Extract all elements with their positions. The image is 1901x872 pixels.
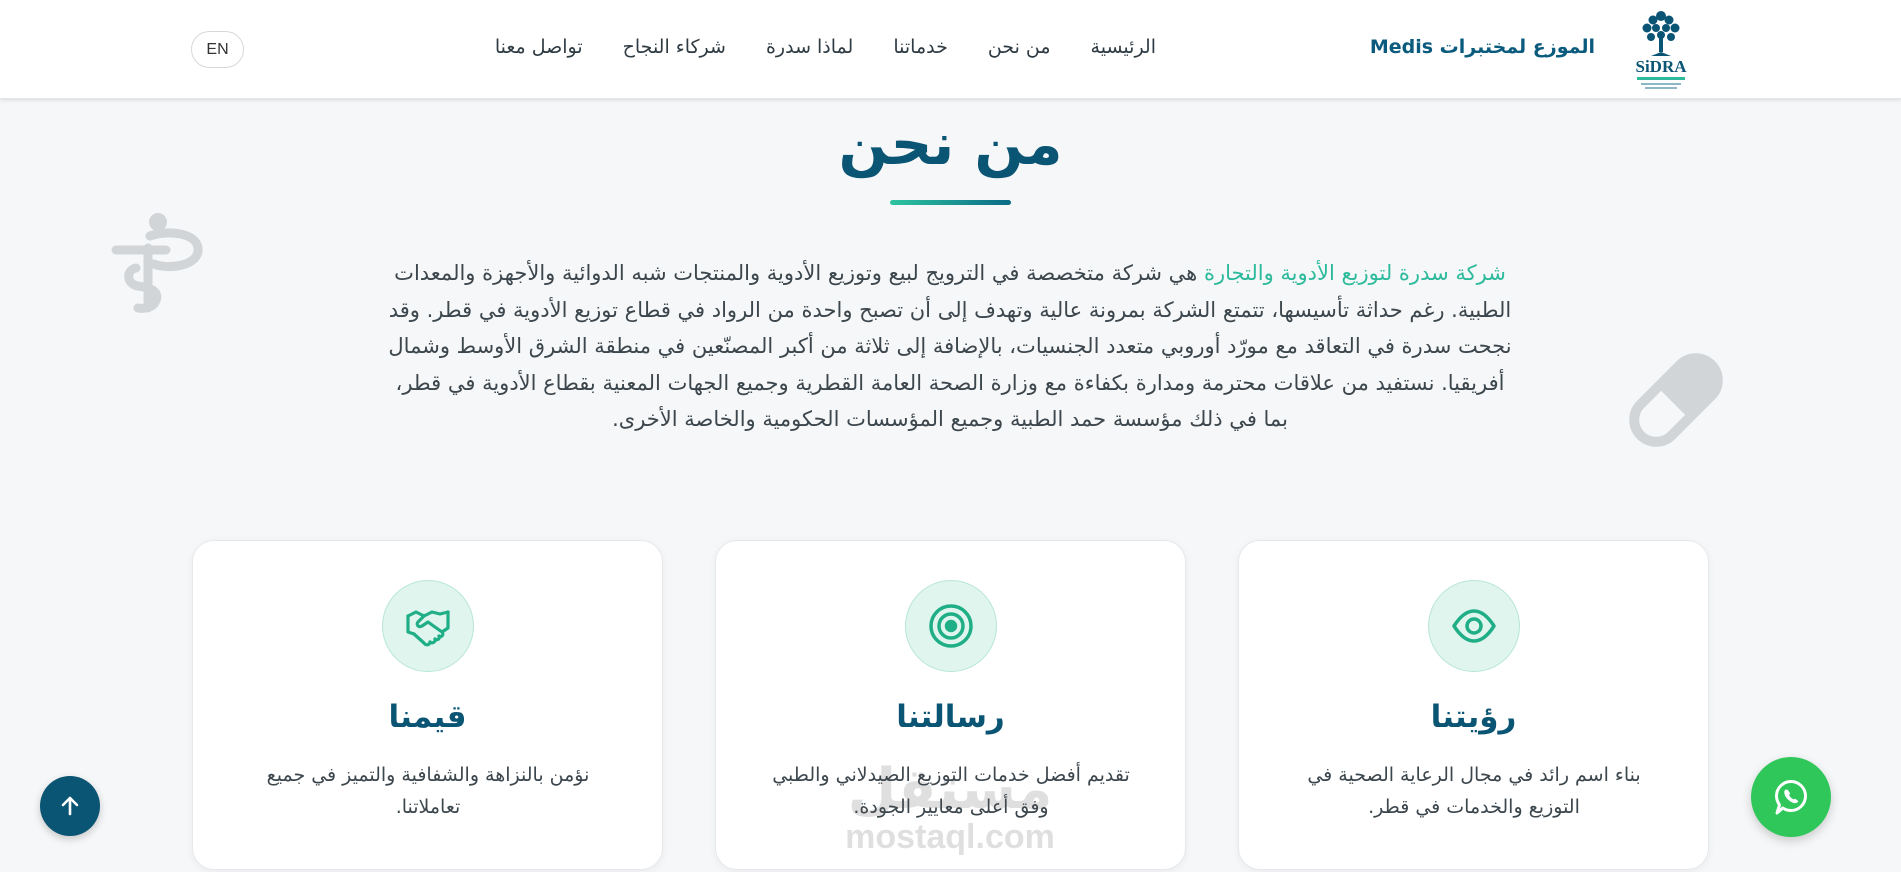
handshake-icon bbox=[382, 580, 474, 672]
scroll-to-top-button[interactable] bbox=[40, 776, 100, 836]
whatsapp-icon bbox=[1775, 780, 1807, 815]
nav-home[interactable]: الرئيسية bbox=[1091, 36, 1156, 58]
mission-text: تقديم أفضل خدمات التوزيع الصيدلاني والطب… bbox=[772, 764, 1130, 818]
title-underline bbox=[890, 200, 1011, 205]
nav-services[interactable]: خدماتنا bbox=[893, 36, 948, 58]
brand-name: الموزع لمختبرات Medis bbox=[1369, 36, 1595, 58]
language-toggle-button[interactable]: EN bbox=[191, 31, 244, 68]
nav-about[interactable]: من نحن bbox=[988, 36, 1051, 58]
values-card: قيمنا نؤمن بالنزاهة والشفافية والتميز في… bbox=[192, 540, 663, 870]
company-name-highlight: شركة سدرة لتوزيع الأدوية والتجارة bbox=[1203, 261, 1506, 285]
arrow-up-icon bbox=[61, 796, 79, 816]
nav-why-sidra[interactable]: لماذا سدرة bbox=[766, 36, 853, 58]
mission-title: رسالتنا bbox=[896, 699, 1005, 735]
logo-wordmark: SiDRA bbox=[1635, 57, 1687, 76]
nav-partners[interactable]: شركاء النجاح bbox=[623, 36, 726, 58]
sidra-logo[interactable]: SiDRA bbox=[1631, 6, 1691, 92]
about-intro: شركة سدرة لتوزيع الأدوية والتجارة هي شرك… bbox=[385, 255, 1515, 438]
about-title: من نحن bbox=[838, 110, 1063, 178]
values-title: قيمنا bbox=[388, 699, 467, 735]
vision-card: رؤيتنا بناء اسم رائد في مجال الرعاية الص… bbox=[1238, 540, 1709, 870]
eye-icon bbox=[1428, 580, 1520, 672]
nav-contact[interactable]: تواصل معنا bbox=[495, 36, 583, 58]
vision-title: رؤيتنا bbox=[1430, 699, 1517, 735]
main-nav: الرئيسية من نحن خدماتنا لماذا سدرة شركاء… bbox=[495, 36, 1156, 58]
about-intro-text: هي شركة متخصصة في الترويج لبيع وتوزيع ال… bbox=[388, 261, 1512, 431]
vision-text: بناء اسم رائد في مجال الرعاية الصحية في … bbox=[1307, 764, 1641, 818]
target-icon bbox=[905, 580, 997, 672]
caduceus-icon bbox=[111, 213, 203, 313]
site-header: SiDRA الموزع لمختبرات Medis الرئيسية من … bbox=[0, 0, 1901, 99]
mission-card: رسالتنا تقديم أفضل خدمات التوزيع الصيدلا… bbox=[715, 540, 1186, 870]
values-text: نؤمن بالنزاهة والشفافية والتميز في جميع … bbox=[266, 764, 590, 818]
whatsapp-button[interactable] bbox=[1751, 757, 1831, 837]
pill-icon bbox=[1629, 353, 1723, 447]
